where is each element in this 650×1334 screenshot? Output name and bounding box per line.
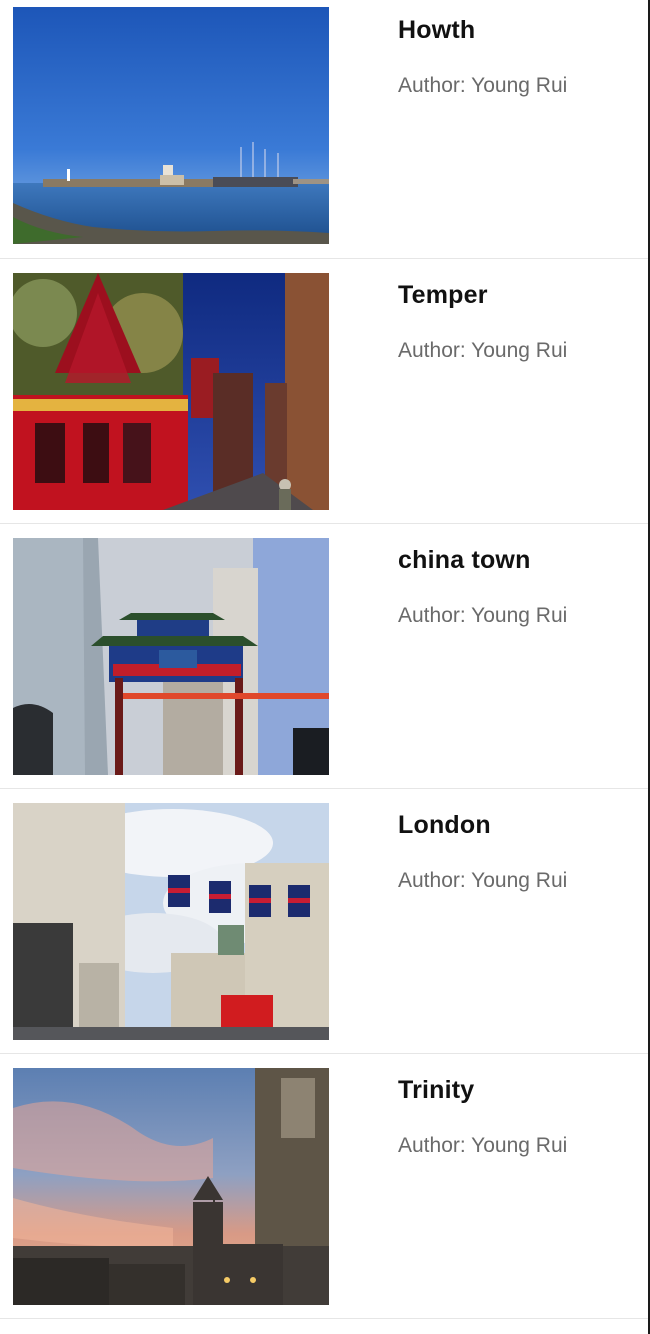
post-title: china town: [398, 546, 531, 574]
post-author: Author: Young Rui: [398, 74, 568, 97]
lighthouse-harbor-photo: [13, 7, 329, 244]
post-list: Howth Author: Young Rui Temper Author: Y…: [0, 0, 648, 1319]
post-thumbnail[interactable]: [13, 273, 329, 510]
post-card[interactable]: Temper Author: Young Rui: [0, 259, 648, 524]
post-list-page: Howth Author: Young Rui Temper Author: Y…: [0, 0, 650, 1334]
post-thumbnail[interactable]: [13, 538, 329, 775]
chinatown-gate-photo: [13, 538, 329, 775]
post-title: Howth: [398, 16, 476, 44]
post-card[interactable]: Trinity Author: Young Rui: [0, 1054, 648, 1319]
post-card[interactable]: Howth Author: Young Rui: [0, 0, 648, 259]
temple-bar-pub-night-photo: [13, 273, 329, 510]
post-author: Author: Young Rui: [398, 339, 568, 362]
post-thumbnail[interactable]: [13, 803, 329, 1040]
post-title: London: [398, 811, 491, 839]
post-author: Author: Young Rui: [398, 1134, 568, 1157]
post-card[interactable]: London Author: Young Rui: [0, 789, 648, 1054]
post-card[interactable]: china town Author: Young Rui: [0, 524, 648, 789]
post-thumbnail[interactable]: [13, 1068, 329, 1305]
post-author: Author: Young Rui: [398, 604, 568, 627]
post-title: Trinity: [398, 1076, 475, 1104]
trinity-college-sunset-photo: [13, 1068, 329, 1305]
post-title: Temper: [398, 281, 488, 309]
regent-street-flags-photo: [13, 803, 329, 1040]
post-thumbnail[interactable]: [13, 7, 329, 244]
post-author: Author: Young Rui: [398, 869, 568, 892]
